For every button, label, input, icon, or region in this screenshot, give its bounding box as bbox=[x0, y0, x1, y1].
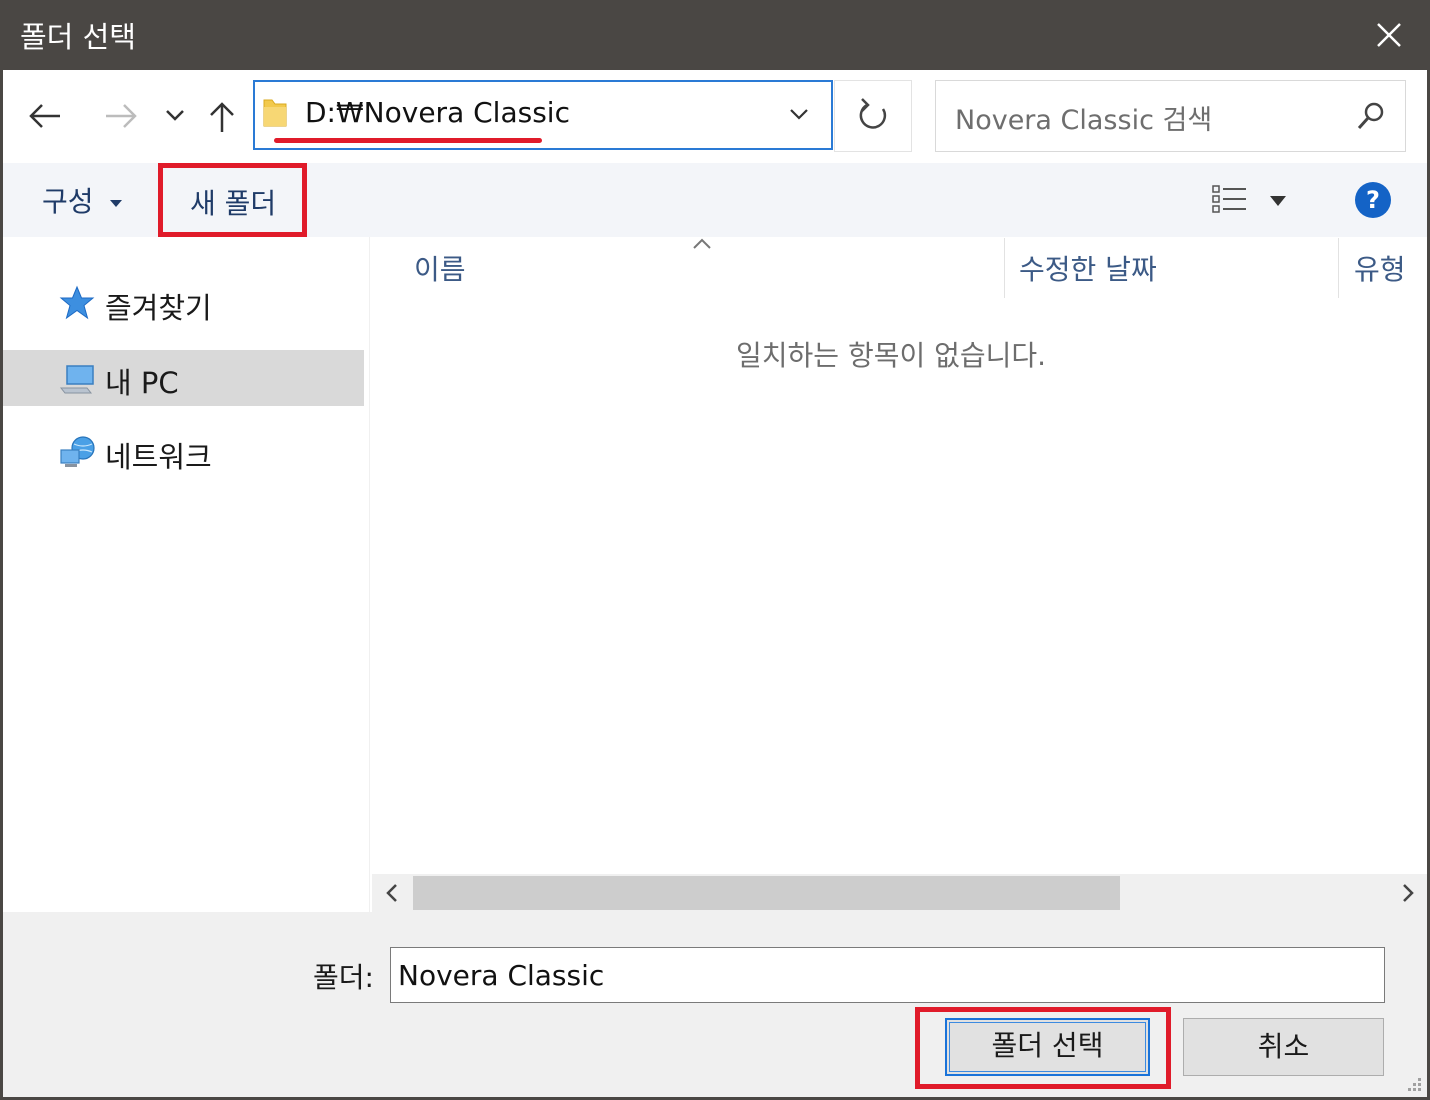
resize-grip-icon[interactable] bbox=[1402, 1074, 1424, 1096]
sort-ascending-icon bbox=[690, 236, 714, 252]
search-icon[interactable] bbox=[1355, 100, 1387, 132]
close-button[interactable] bbox=[1360, 8, 1418, 62]
chevron-right-icon bbox=[1403, 884, 1414, 902]
close-icon bbox=[1377, 23, 1401, 47]
help-button[interactable]: ? bbox=[1353, 180, 1393, 220]
annotation-underline bbox=[274, 138, 542, 143]
nav-item-label: 네트워크 bbox=[105, 440, 212, 474]
up-button[interactable] bbox=[205, 86, 239, 146]
folder-name-input[interactable] bbox=[390, 947, 1385, 1003]
recent-locations-button[interactable] bbox=[160, 86, 190, 146]
nav-item-network[interactable]: 네트워크 bbox=[3, 424, 364, 480]
address-path: D:₩Novera Classic bbox=[305, 96, 570, 129]
nav-item-label: 내 PC bbox=[105, 366, 179, 400]
forward-button[interactable] bbox=[100, 86, 140, 146]
column-header-date-modified[interactable]: 수정한 날짜 bbox=[1019, 248, 1157, 288]
column-header-type[interactable]: 유형 bbox=[1354, 248, 1406, 288]
column-header-name[interactable]: 이름 bbox=[414, 248, 466, 288]
star-icon bbox=[57, 285, 97, 321]
arrow-up-icon bbox=[210, 102, 234, 132]
annotation-box-new-folder bbox=[158, 163, 307, 237]
scroll-left-button[interactable] bbox=[376, 876, 408, 910]
computer-icon bbox=[57, 360, 97, 396]
column-separator[interactable] bbox=[1338, 238, 1339, 298]
details-view-icon bbox=[1212, 185, 1246, 213]
nav-item-label: 즐겨찾기 bbox=[105, 291, 212, 325]
view-dropdown-button[interactable] bbox=[1266, 192, 1290, 210]
organize-label: 구성 bbox=[42, 185, 94, 218]
navigation-pane bbox=[3, 237, 369, 913]
scroll-right-button[interactable] bbox=[1392, 876, 1424, 910]
folder-icon bbox=[262, 96, 288, 130]
chevron-down-icon bbox=[166, 110, 184, 121]
chevron-down-icon bbox=[790, 109, 808, 120]
search-placeholder: Novera Classic 검색 bbox=[955, 105, 1213, 136]
column-separator[interactable] bbox=[1004, 238, 1005, 298]
chevron-left-icon bbox=[386, 884, 397, 902]
arrow-left-icon bbox=[29, 104, 60, 128]
scrollbar-thumb[interactable] bbox=[413, 876, 1120, 910]
window-title: 폴더 선택 bbox=[20, 20, 136, 54]
view-options-button[interactable] bbox=[1210, 182, 1250, 218]
refresh-button[interactable] bbox=[834, 80, 912, 152]
caret-down-icon bbox=[110, 200, 123, 207]
pane-divider[interactable] bbox=[369, 237, 370, 913]
organize-button[interactable]: 구성 bbox=[42, 180, 124, 220]
arrow-right-icon bbox=[106, 104, 137, 128]
refresh-icon bbox=[859, 98, 887, 129]
annotation-box-select-folder bbox=[915, 1007, 1171, 1089]
svg-text:?: ? bbox=[1366, 186, 1380, 214]
caret-down-icon bbox=[1270, 196, 1286, 206]
network-icon bbox=[57, 434, 97, 470]
address-dropdown-button[interactable] bbox=[782, 96, 816, 132]
nav-item-favorites[interactable]: 즐겨찾기 bbox=[3, 275, 364, 331]
empty-list-message: 일치하는 항목이 없습니다. bbox=[736, 339, 1047, 372]
nav-item-this-pc[interactable]: 내 PC bbox=[3, 350, 364, 406]
title-bar bbox=[0, 0, 1430, 70]
cancel-button[interactable]: 취소 bbox=[1183, 1018, 1384, 1076]
folder-field-label: 폴더: bbox=[313, 961, 374, 994]
back-button[interactable] bbox=[26, 86, 66, 146]
help-icon: ? bbox=[1355, 182, 1391, 218]
